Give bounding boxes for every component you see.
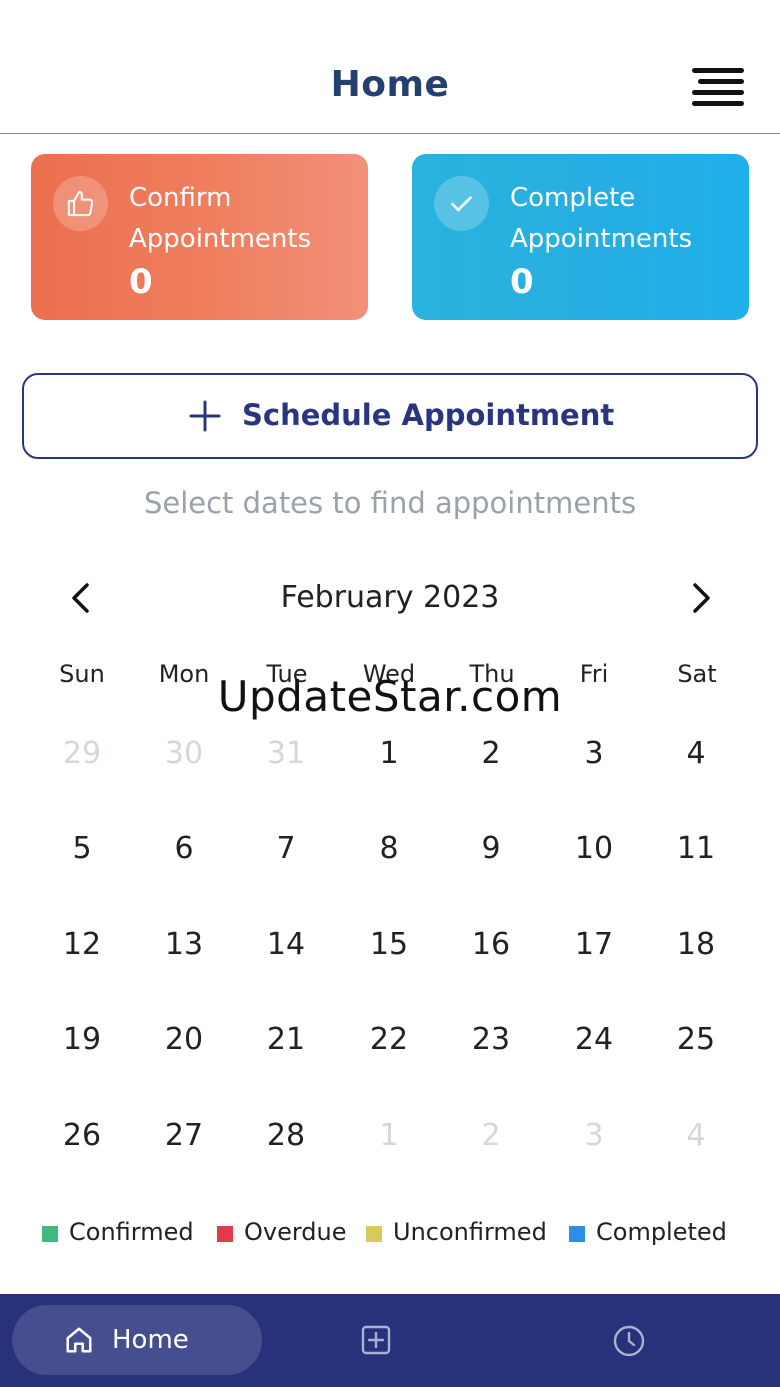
page-title: Home [330,64,450,105]
calendar-day[interactable]: 14 [246,915,326,975]
calendar-day[interactable]: 15 [349,915,429,975]
schedule-appointment-button[interactable]: Schedule Appointment [22,373,758,459]
legend-label: Unconfirmed [393,1218,547,1246]
clock-icon[interactable] [612,1324,646,1358]
legend-swatch [217,1226,233,1242]
calendar-day-outside-month[interactable]: 31 [246,724,326,784]
legend-label: Overdue [244,1218,347,1246]
calendar-day[interactable]: 13 [144,915,224,975]
confirm-appointments-label: Confirm Appointments [129,183,312,254]
calendar-day[interactable]: 22 [349,1010,429,1070]
legend-label: Completed [596,1218,727,1246]
calendar-day[interactable]: 24 [554,1010,634,1070]
checkmark-icon [434,176,489,231]
calendar-day[interactable]: 7 [246,819,326,879]
calendar-day-outside-month[interactable]: 30 [144,724,224,784]
calendar-day[interactable]: 21 [246,1010,326,1070]
calendar-day[interactable]: 20 [144,1010,224,1070]
calendar-day[interactable]: 28 [246,1106,326,1166]
watermark: UpdateStar.com [217,672,563,721]
confirm-appointments-card[interactable]: Confirm Appointments 0 [31,154,368,320]
chevron-right-icon[interactable] [682,580,718,616]
add-square-icon[interactable] [360,1324,392,1356]
calendar-day[interactable]: 25 [656,1010,736,1070]
plus-icon [189,400,221,432]
calendar-day[interactable]: 17 [554,915,634,975]
confirm-appointments-count: 0 [129,262,153,302]
calendar-day[interactable]: 9 [451,819,531,879]
calendar-day-outside-month[interactable]: 29 [42,724,122,784]
home-icon [66,1327,92,1353]
legend-label: Confirmed [69,1218,194,1246]
legend-swatch [569,1226,585,1242]
calendar-day[interactable]: 27 [144,1106,224,1166]
calendar-day[interactable]: 6 [144,819,224,879]
calendar-day[interactable]: 12 [42,915,122,975]
complete-appointments-card[interactable]: Complete Appointments 0 [412,154,749,320]
calendar-day[interactable]: 1 [349,724,429,784]
calendar-day[interactable]: 11 [656,819,736,879]
calendar-day[interactable]: 10 [554,819,634,879]
complete-appointments-count: 0 [510,262,534,302]
calendar-day[interactable]: 16 [451,915,531,975]
calendar-day[interactable]: 18 [656,915,736,975]
calendar-month-label: February 2023 [280,580,500,615]
calendar-day[interactable]: 2 [451,724,531,784]
calendar-day-outside-month[interactable]: 4 [656,1106,736,1166]
nav-home-button[interactable]: Home [12,1305,262,1375]
calendar-day-outside-month[interactable]: 2 [451,1106,531,1166]
thumbs-up-icon [53,176,108,231]
calendar-day[interactable]: 26 [42,1106,122,1166]
date-selection-hint: Select dates to find appointments [143,486,637,520]
complete-appointments-label: Complete Appointments [510,183,693,254]
calendar-day[interactable]: 8 [349,819,429,879]
bottom-navigation: Home [0,1294,780,1387]
calendar-day[interactable]: 23 [451,1010,531,1070]
hamburger-menu-icon[interactable] [688,66,746,110]
calendar-day[interactable]: 19 [42,1010,122,1070]
calendar-day-outside-month[interactable]: 3 [554,1106,634,1166]
calendar-day[interactable]: 3 [554,724,634,784]
app-header: Home [0,0,780,134]
calendar-day[interactable]: 5 [42,819,122,879]
calendar-day-outside-month[interactable]: 1 [349,1106,429,1166]
nav-home-label: Home [112,1325,189,1355]
legend-swatch [42,1226,58,1242]
calendar-day[interactable]: 4 [656,724,736,784]
legend-swatch [366,1226,382,1242]
schedule-appointment-label: Schedule Appointment [242,398,615,432]
